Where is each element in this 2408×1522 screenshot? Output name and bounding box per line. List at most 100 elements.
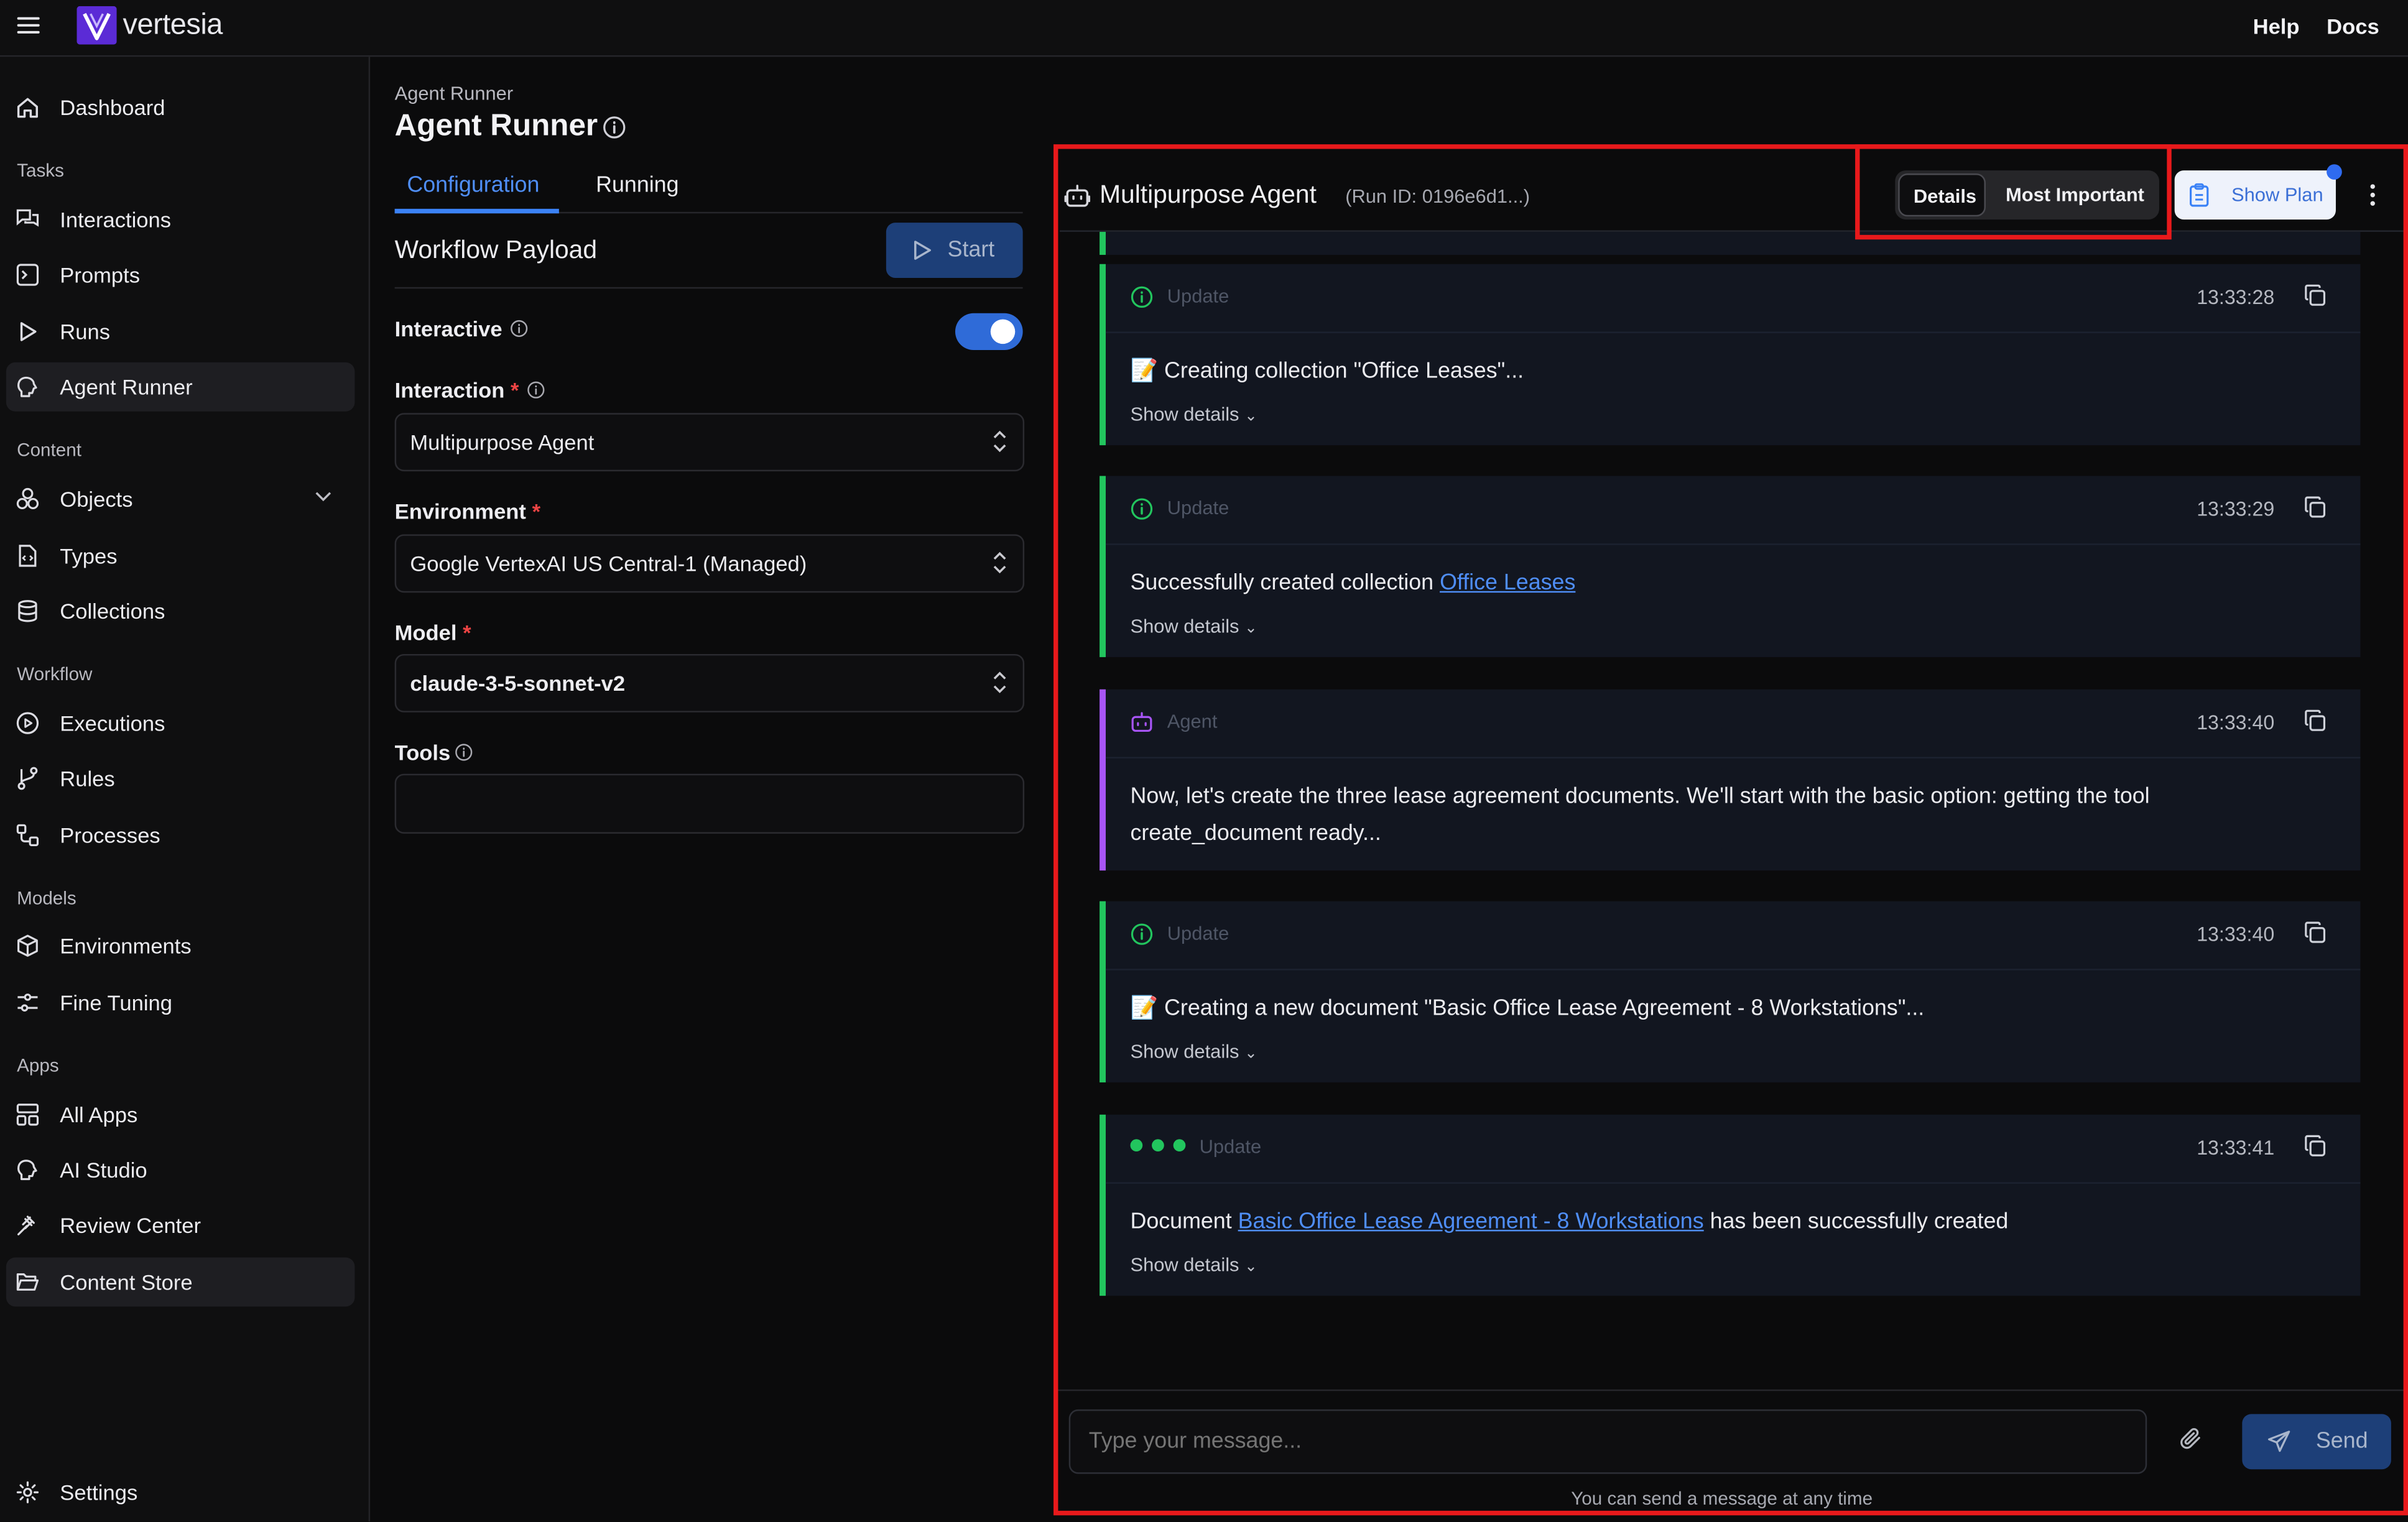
sidebar-item-environments[interactable]: Environments [6, 921, 355, 971]
workflow-icon [16, 823, 40, 848]
robot-icon [1064, 183, 1091, 209]
message-card: Update 13:33:41 Document Basic Office Le… [1100, 1114, 2361, 1296]
document-link[interactable]: Basic Office Lease Agreement - 8 Worksta… [1238, 1210, 1704, 1235]
sidebar-item-collections[interactable]: Collections [6, 586, 355, 635]
play-circle-icon [16, 711, 40, 736]
file-code-icon [16, 543, 40, 568]
docs-link[interactable]: Docs [2327, 14, 2379, 39]
show-details-toggle[interactable]: Show details ⌄ [1130, 1041, 1257, 1063]
sidebar-item-review-center[interactable]: Review Center [6, 1201, 355, 1250]
message-time: 13:33:41 [2197, 1136, 2275, 1160]
copy-icon[interactable] [2304, 1135, 2327, 1158]
breadcrumb[interactable]: Agent Runner [395, 83, 513, 104]
sidebar-item-settings[interactable]: Settings [6, 1468, 355, 1517]
message-card: Update 13:33:28 📝 Creating collection "O… [1100, 264, 2361, 446]
layout-grid-icon [16, 1102, 40, 1127]
folder-open-icon [16, 1270, 40, 1294]
help-link[interactable]: Help [2253, 14, 2300, 39]
message-time: 13:33:28 [2197, 285, 2275, 309]
info-icon[interactable] [527, 380, 545, 399]
model-select[interactable]: claude-3-5-sonnet-v2 [394, 653, 1025, 713]
copy-icon[interactable] [2304, 921, 2327, 944]
tools-input[interactable] [394, 773, 1025, 834]
info-circle-icon [1130, 497, 1153, 520]
top-bar: vertesia Help Docs [0, 0, 2408, 57]
view-filter-toggle: Details Most Important [1895, 170, 2159, 220]
show-details-toggle[interactable]: Show details ⌄ [1130, 404, 1257, 425]
tab-active-indicator [394, 208, 559, 214]
sidebar-item-prompts[interactable]: Prompts [6, 251, 355, 300]
section-content: Content [17, 439, 81, 461]
tab-configuration[interactable]: Configuration [407, 173, 539, 198]
show-details-toggle[interactable]: Show details ⌄ [1130, 1254, 1257, 1276]
environment-select[interactable]: Google VertexAI US Central-1 (Managed) [394, 534, 1025, 593]
toggle-knob [990, 319, 1016, 344]
sidebar-item-processes[interactable]: Processes [6, 811, 355, 860]
message-kind: Update [1167, 285, 1229, 307]
sidebar-item-runs[interactable]: Runs [6, 307, 355, 356]
sidebar-item-content-store[interactable]: Content Store [6, 1257, 355, 1307]
interaction-select[interactable]: Multipurpose Agent [394, 413, 1025, 472]
message-time: 13:33:40 [2197, 923, 2275, 946]
message-kind: Update [1167, 923, 1229, 944]
show-plan-button[interactable]: Show Plan [2174, 170, 2336, 220]
chevrons-up-down-icon [992, 671, 1007, 694]
sidebar-item-agent-runner[interactable]: Agent Runner [6, 362, 355, 412]
send-icon [2267, 1429, 2292, 1454]
composer-hint: You can send a message at any time [1571, 1487, 1873, 1510]
info-icon[interactable] [455, 743, 473, 762]
sidebar-item-rules[interactable]: Rules [6, 754, 355, 803]
cubes-icon [16, 487, 40, 512]
message-input[interactable] [1068, 1409, 2147, 1474]
paperclip-icon[interactable] [2179, 1426, 2204, 1452]
sidebar-item-dashboard[interactable]: Dashboard [6, 83, 355, 132]
menu-icon[interactable] [17, 16, 40, 35]
collection-link[interactable]: Office Leases [1440, 571, 1575, 596]
most-important-filter-button[interactable]: Most Important [2006, 184, 2144, 206]
sidebar-item-interactions[interactable]: Interactions [6, 195, 355, 244]
sidebar-item-executions[interactable]: Executions [6, 699, 355, 748]
box-icon [16, 933, 40, 958]
copy-icon[interactable] [2304, 496, 2327, 519]
details-filter-button[interactable]: Details [1898, 173, 1986, 217]
chevrons-up-down-icon [992, 551, 1007, 574]
message-card: Update 13:33:29 Successfully created col… [1100, 476, 2361, 657]
show-details-toggle[interactable]: Show details ⌄ [1130, 616, 1257, 637]
tab-running[interactable]: Running [596, 173, 678, 198]
sidebar-item-fine-tuning[interactable]: Fine Tuning [6, 978, 355, 1027]
message-text: 📝 Creating collection "Office Leases"... [1130, 359, 1524, 384]
robot-icon [1130, 711, 1153, 734]
chevron-down-icon: ⌄ [1244, 1258, 1257, 1276]
agent-name: Multipurpose Agent [1100, 181, 1317, 209]
chevron-down-icon[interactable] [315, 491, 331, 502]
message-card-partial [1100, 231, 2361, 255]
copy-icon[interactable] [2304, 284, 2327, 307]
brand-name: vertesia [123, 9, 223, 42]
database-icon [16, 599, 40, 624]
tools-label: Tools [394, 740, 451, 765]
chevrons-up-down-icon [992, 430, 1007, 453]
play-icon [912, 239, 932, 261]
info-icon[interactable] [602, 115, 627, 140]
sidebar-item-all-apps[interactable]: All Apps [6, 1090, 355, 1139]
more-vertical-icon[interactable] [2365, 183, 2381, 208]
workflow-payload-label: Workflow Payload [394, 236, 598, 264]
sidebar-item-ai-studio[interactable]: AI Studio [6, 1145, 355, 1194]
interactive-toggle[interactable] [955, 313, 1023, 351]
model-label: Model * [394, 620, 471, 645]
sidebar-item-objects[interactable]: Objects [6, 474, 355, 523]
vertesia-logo[interactable] [76, 6, 117, 45]
sidebar-item-types[interactable]: Types [6, 531, 355, 580]
start-button[interactable]: Start [886, 223, 1023, 278]
environment-label: Environment * [394, 499, 541, 524]
run-id: (Run ID: 0196e6d1...) [1345, 185, 1530, 208]
loading-dots-icon [1130, 1138, 1188, 1153]
chevron-down-icon: ⌄ [1244, 1045, 1257, 1063]
notification-dot [2327, 164, 2342, 180]
copy-icon[interactable] [2304, 709, 2327, 732]
message-kind: Update [1167, 497, 1229, 519]
clipboard-list-icon [2188, 183, 2210, 208]
info-icon[interactable] [510, 320, 529, 338]
send-button[interactable]: Send [2242, 1414, 2391, 1470]
message-text: Successfully created collection Office L… [1130, 571, 1576, 596]
